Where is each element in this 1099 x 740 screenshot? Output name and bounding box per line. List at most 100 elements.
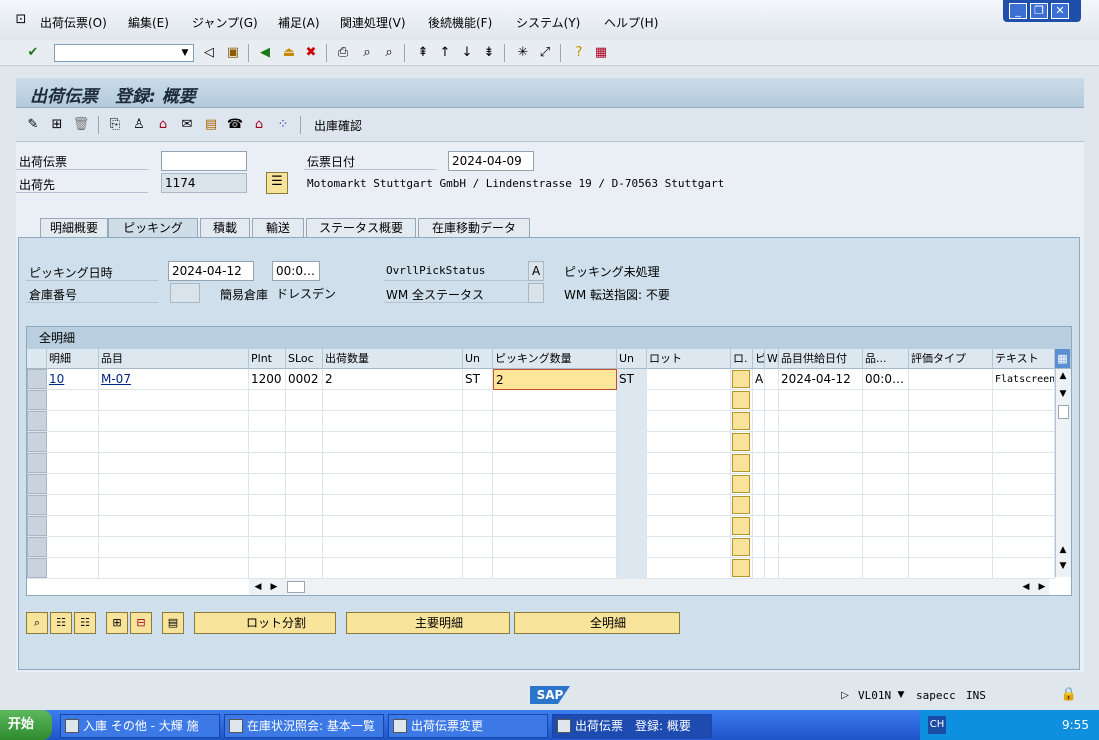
- row-selector[interactable]: [27, 390, 47, 410]
- deselect-all-button[interactable]: ☷: [74, 612, 96, 634]
- previous-page-icon[interactable]: ↑: [436, 44, 454, 62]
- taskbar-item-goods-receipt[interactable]: 入庫 その他 - 大輝 施: [60, 714, 220, 738]
- cell-material[interactable]: [99, 453, 249, 474]
- taskbar-item-create-delivery[interactable]: 出荷伝票 登録: 概要: [552, 714, 712, 738]
- cell-item[interactable]: [47, 453, 99, 474]
- table-row[interactable]: [27, 453, 1055, 474]
- cell-picked-qty[interactable]: [493, 453, 617, 474]
- cell-picked-qty[interactable]: 2: [493, 369, 617, 390]
- menu-item-subsequent[interactable]: 後続機能(F): [428, 14, 492, 31]
- next-page-icon[interactable]: ↓: [458, 44, 476, 62]
- tcode-dropdown-icon[interactable]: ▼: [892, 686, 910, 704]
- system-menu-icon[interactable]: ⊡: [12, 11, 30, 29]
- first-page-icon[interactable]: ⇞: [414, 44, 432, 62]
- column-header-time[interactable]: 品...: [863, 349, 909, 369]
- scroll-left-icon[interactable]: ◀: [251, 579, 265, 595]
- cell-picked-qty[interactable]: [493, 432, 617, 453]
- column-header-wm[interactable]: W.: [765, 349, 779, 369]
- cell-picked-qty[interactable]: [493, 516, 617, 537]
- cell-material[interactable]: [99, 495, 249, 516]
- cell-item[interactable]: [47, 495, 99, 516]
- minimize-button[interactable]: _: [1009, 3, 1027, 19]
- cell-item[interactable]: [47, 432, 99, 453]
- menu-item-goto[interactable]: ジャンプ(G): [192, 14, 258, 31]
- column-header-availability-date[interactable]: 品目供給日付: [779, 349, 863, 369]
- row-selector[interactable]: [27, 516, 47, 536]
- cell-item[interactable]: [47, 516, 99, 537]
- select-all-button[interactable]: ☷: [50, 612, 72, 634]
- vertical-scrollbar[interactable]: ▲ ▼ ▲ ▼: [1055, 369, 1071, 577]
- new-session-icon[interactable]: ✳: [514, 44, 532, 62]
- copy-icon[interactable]: ⎘: [106, 116, 124, 134]
- cell-item[interactable]: [47, 537, 99, 558]
- save-icon[interactable]: ▣: [224, 44, 242, 62]
- batch-checkbox[interactable]: [732, 433, 750, 451]
- column-header-unit[interactable]: Un: [463, 349, 493, 369]
- batch-split-button[interactable]: ロット分割: [194, 612, 336, 634]
- post-goods-issue-button[interactable]: 出庫確認: [314, 117, 362, 134]
- cell-picked-qty[interactable]: [493, 558, 617, 579]
- hat-icon[interactable]: ⌂: [154, 116, 172, 134]
- enter-icon[interactable]: ✔: [24, 44, 42, 62]
- find-icon[interactable]: ⌕: [358, 44, 376, 62]
- page-down-icon[interactable]: ▼: [1056, 559, 1070, 573]
- table-row[interactable]: [27, 390, 1055, 411]
- menu-item-system[interactable]: システム(Y): [516, 14, 580, 31]
- cell-picked-qty[interactable]: [493, 537, 617, 558]
- tab-item-overview[interactable]: 明細概要: [40, 218, 108, 238]
- row-selector[interactable]: [27, 411, 47, 431]
- account-icon[interactable]: ☎: [226, 116, 244, 134]
- table-row[interactable]: [27, 495, 1055, 516]
- cell-item[interactable]: [47, 411, 99, 432]
- tab-goods-movement[interactable]: 在庫移動データ: [418, 218, 530, 238]
- tab-loading[interactable]: 積載: [200, 218, 250, 238]
- picking-time-input[interactable]: 00:0…: [272, 261, 320, 281]
- last-page-icon[interactable]: ⇟: [480, 44, 498, 62]
- table-row[interactable]: [27, 411, 1055, 432]
- layout-menu-icon[interactable]: ▦: [592, 44, 610, 62]
- row-selector[interactable]: [27, 369, 47, 389]
- column-header-valuation-type[interactable]: 評価タイプ: [909, 349, 993, 369]
- batch-checkbox[interactable]: [732, 559, 750, 577]
- column-header-item[interactable]: 明細: [47, 349, 99, 369]
- table-row[interactable]: [27, 558, 1055, 579]
- insert-row-button[interactable]: ⊞: [106, 612, 128, 634]
- column-header-unit-2[interactable]: Un: [617, 349, 647, 369]
- batch-checkbox[interactable]: [732, 391, 750, 409]
- column-header-pick-flag[interactable]: ピ: [753, 349, 765, 369]
- scroll-left-end-icon[interactable]: ◀: [1019, 579, 1033, 595]
- find-next-icon[interactable]: ⌕: [380, 44, 398, 62]
- batch-checkbox[interactable]: [732, 454, 750, 472]
- cell-material[interactable]: [99, 537, 249, 558]
- cell-picked-qty[interactable]: [493, 390, 617, 411]
- column-header-material[interactable]: 品目: [99, 349, 249, 369]
- cell-material[interactable]: [99, 390, 249, 411]
- cell-material[interactable]: [99, 516, 249, 537]
- cell-item[interactable]: 10: [47, 369, 99, 390]
- tab-status-overview[interactable]: ステータス概要: [306, 218, 416, 238]
- scroll-thumb[interactable]: [1058, 405, 1069, 419]
- column-header-text[interactable]: テキスト: [993, 349, 1055, 369]
- text-icon[interactable]: ✉: [178, 116, 196, 134]
- delivery-input[interactable]: [161, 151, 247, 171]
- batch-checkbox[interactable]: [732, 538, 750, 556]
- delete-icon[interactable]: 🗑: [72, 116, 90, 134]
- print-icon[interactable]: ⎙: [334, 44, 352, 62]
- document-date-input[interactable]: 2024-04-09: [448, 151, 534, 171]
- row-selector[interactable]: [27, 495, 47, 515]
- table-row[interactable]: [27, 432, 1055, 453]
- column-header-batch[interactable]: ロット: [647, 349, 731, 369]
- table-row[interactable]: [27, 474, 1055, 495]
- cell-material[interactable]: [99, 411, 249, 432]
- batch-checkbox[interactable]: [732, 412, 750, 430]
- batch-checkbox[interactable]: [732, 496, 750, 514]
- cell-material[interactable]: [99, 432, 249, 453]
- column-header-plant[interactable]: Plnt: [249, 349, 286, 369]
- create-icon[interactable]: ⊞: [48, 116, 66, 134]
- cell-picked-qty[interactable]: [493, 495, 617, 516]
- tab-picking[interactable]: ピッキング: [108, 218, 198, 239]
- picking-date-input[interactable]: 2024-04-12: [168, 261, 254, 281]
- hscroll-thumb[interactable]: [287, 581, 305, 593]
- menu-item-edit[interactable]: 編集(E): [128, 14, 169, 31]
- cell-item[interactable]: [47, 474, 99, 495]
